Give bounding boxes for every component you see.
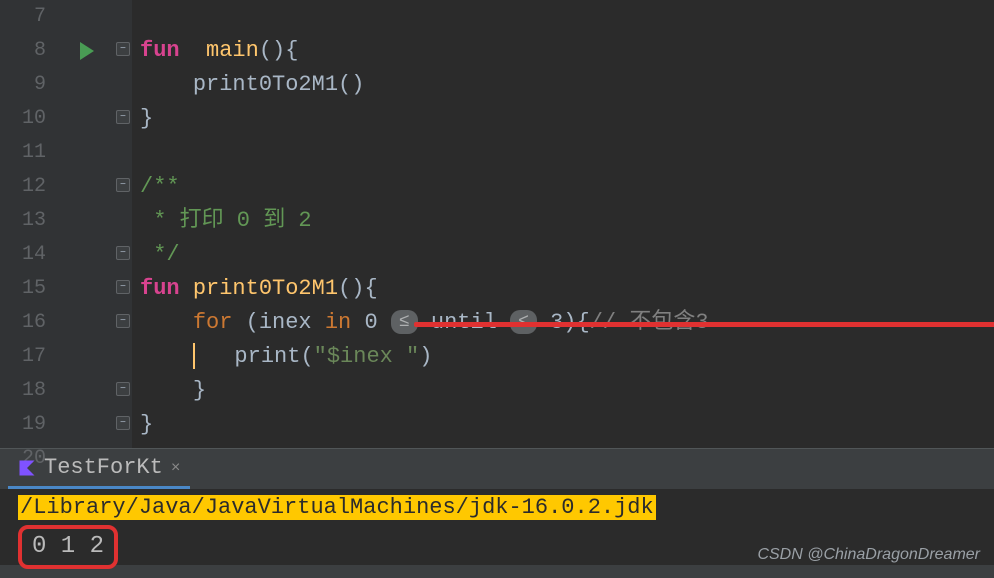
line-number-gutter: 7 8 9 10 11 12 13 14 15 16 17 18 19 20: [0, 0, 60, 448]
console-path: /Library/Java/JavaVirtualMachines/jdk-16…: [18, 493, 976, 523]
code-line: fun main(){: [140, 34, 994, 68]
gutter-icon-column: − − − − − − − −: [60, 0, 132, 448]
kotlin-icon: [18, 459, 36, 477]
annotation-underline: [414, 322, 994, 327]
code-text: }: [193, 378, 206, 403]
code-text: (: [300, 344, 313, 369]
line-number: 9: [0, 68, 46, 102]
line-number: 17: [0, 340, 46, 374]
keyword-fun: fun: [140, 276, 180, 301]
watermark: CSDN @ChinaDragonDreamer: [757, 546, 980, 564]
code-text: }: [140, 412, 153, 437]
code-line: print0To2M1(): [140, 68, 994, 102]
code-line: [140, 136, 994, 170]
code-text: (){: [338, 276, 378, 301]
code-line: }: [140, 408, 994, 442]
line-number: 12: [0, 170, 46, 204]
line-number: 10: [0, 102, 46, 136]
code-line: }: [140, 374, 994, 408]
code-text: (){: [259, 38, 299, 63]
function-call: print: [234, 344, 300, 369]
string-literal: "$inex ": [314, 344, 420, 369]
fold-toggle-icon[interactable]: −: [116, 42, 130, 56]
keyword-for: for: [193, 310, 233, 335]
fold-toggle-icon[interactable]: −: [116, 110, 130, 124]
function-name: main: [206, 38, 259, 63]
code-line: fun print0To2M1(){: [140, 272, 994, 306]
line-number: 7: [0, 0, 46, 34]
fold-toggle-icon[interactable]: −: [116, 314, 130, 328]
keyword-fun: fun: [140, 38, 180, 63]
line-number: 19: [0, 408, 46, 442]
caret-icon: [193, 343, 195, 369]
line-number: 8: [0, 34, 46, 68]
fold-toggle-icon[interactable]: −: [116, 178, 130, 192]
code-text: (): [338, 72, 364, 97]
code-text: (inex: [232, 310, 324, 335]
line-number: 14: [0, 238, 46, 272]
tab-bar: TestForKt ×: [0, 449, 994, 489]
code-line: print("$inex "): [140, 340, 994, 374]
code-text: }: [140, 106, 153, 131]
run-tab[interactable]: TestForKt ×: [8, 449, 190, 489]
doc-comment: /**: [140, 174, 180, 199]
line-number: 11: [0, 136, 46, 170]
fold-toggle-icon[interactable]: −: [116, 246, 130, 260]
doc-comment: * 打印 0 到 2: [140, 208, 312, 233]
close-tab-icon[interactable]: ×: [171, 459, 181, 477]
function-name: print0To2M1: [193, 276, 338, 301]
code-text: 0: [351, 310, 377, 335]
code-editor[interactable]: 7 8 9 10 11 12 13 14 15 16 17 18 19 20 −…: [0, 0, 994, 448]
fold-toggle-icon[interactable]: −: [116, 382, 130, 396]
code-area[interactable]: fun main(){ print0To2M1() } /** * 打印 0 到…: [132, 0, 994, 448]
tab-title: TestForKt: [44, 455, 163, 480]
output-highlight-box: 0 1 2: [18, 525, 118, 569]
code-line: */: [140, 238, 994, 272]
run-gutter-icon[interactable]: [80, 42, 94, 60]
line-number: 16: [0, 306, 46, 340]
line-number: 18: [0, 374, 46, 408]
doc-comment: */: [140, 242, 180, 267]
fold-toggle-icon[interactable]: −: [116, 416, 130, 430]
code-line: /**: [140, 170, 994, 204]
line-number: 13: [0, 204, 46, 238]
code-line: }: [140, 102, 994, 136]
line-number: 15: [0, 272, 46, 306]
code-line: * 打印 0 到 2: [140, 204, 994, 238]
fold-toggle-icon[interactable]: −: [116, 280, 130, 294]
code-line: [140, 0, 994, 34]
keyword-in: in: [325, 310, 351, 335]
code-text: ): [419, 344, 432, 369]
function-call: print0To2M1: [193, 72, 338, 97]
highlighted-path: /Library/Java/JavaVirtualMachines/jdk-16…: [18, 495, 656, 520]
